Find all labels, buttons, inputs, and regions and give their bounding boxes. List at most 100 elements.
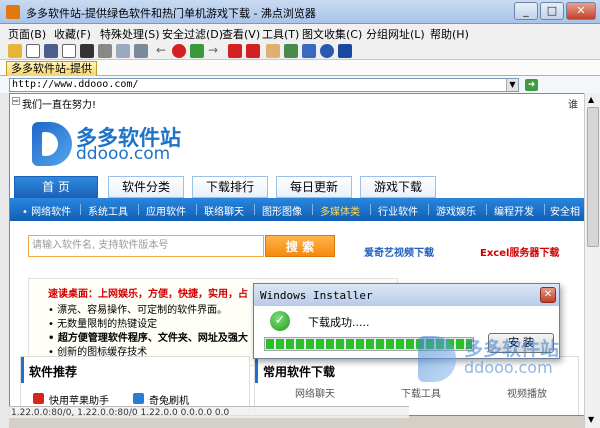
app-link-kuaiyong[interactable]: 快用苹果助手 bbox=[49, 392, 109, 407]
col-video-player[interactable]: 视频播放 bbox=[507, 385, 547, 400]
tab-game-downloads[interactable]: 游戏下载 bbox=[360, 176, 436, 198]
menu-bar: 页面(B) 收藏(F) 特殊处理(S) 安全过滤(D) 查看(V) 工具(T) … bbox=[0, 24, 600, 42]
ddooo-logo-icon[interactable] bbox=[32, 122, 72, 166]
open-folder-icon[interactable] bbox=[8, 44, 22, 58]
download-progress-bar bbox=[264, 337, 474, 351]
feature-line: • 漂亮、容易操作、可定制的软件界面。 bbox=[48, 305, 228, 316]
image-icon[interactable] bbox=[284, 44, 298, 58]
mail-icon[interactable] bbox=[302, 44, 316, 58]
subnav-divider bbox=[312, 204, 313, 215]
settings-icon[interactable] bbox=[134, 44, 148, 58]
app-link-qitu[interactable]: 奇兔刷机 bbox=[149, 392, 189, 407]
tab-ddooo[interactable]: 多多软件站-提供 bbox=[6, 61, 97, 76]
subnav-divider bbox=[80, 204, 81, 215]
search-button[interactable]: 搜 索 bbox=[265, 235, 335, 257]
menu-tools[interactable]: 工具(T) bbox=[262, 26, 299, 42]
subnav-divider bbox=[544, 204, 545, 215]
kuaiyong-icon[interactable] bbox=[33, 393, 44, 404]
forward-icon[interactable]: → bbox=[208, 44, 222, 58]
top-right-link[interactable]: 谁 bbox=[568, 96, 578, 111]
subnav-industry[interactable]: 行业软件 bbox=[378, 203, 418, 218]
tab-daily-updates[interactable]: 每日更新 bbox=[276, 176, 352, 198]
maximize-button[interactable]: □ bbox=[540, 2, 564, 20]
close-page-icon[interactable] bbox=[228, 44, 242, 58]
close-all-icon[interactable] bbox=[246, 44, 260, 58]
menu-special[interactable]: 特殊处理(S) bbox=[100, 26, 160, 42]
menu-page[interactable]: 页面(B) bbox=[8, 26, 46, 42]
scroll-down-icon[interactable]: ▼ bbox=[588, 415, 594, 424]
tab-categories[interactable]: 软件分类 bbox=[108, 176, 184, 198]
binoculars-icon[interactable] bbox=[80, 44, 94, 58]
menu-favorites[interactable]: 收藏(F) bbox=[54, 26, 91, 42]
category-nav: • 网络软件 系统工具 应用软件 联络聊天 图形图像 多媒体类 行业软件 游戏娱… bbox=[10, 198, 584, 233]
subnav-games[interactable]: 游戏娱乐 bbox=[436, 203, 476, 218]
subnav-multimedia[interactable]: 多媒体类 bbox=[320, 203, 360, 218]
subnav-divider bbox=[254, 204, 255, 215]
qitu-icon[interactable] bbox=[133, 393, 144, 404]
progress-fill bbox=[266, 339, 472, 349]
scroll-thumb[interactable] bbox=[587, 107, 599, 247]
vertical-scrollbar[interactable]: ▲ ▼ bbox=[584, 93, 600, 428]
menu-view[interactable]: 查看(V) bbox=[222, 26, 260, 42]
subnav-chat[interactable]: 联络聊天 bbox=[204, 203, 244, 218]
subnav-graphics[interactable]: 图形图像 bbox=[262, 203, 302, 218]
address-bar: http://www.ddooo.com/ ▼ ➜ bbox=[0, 76, 600, 93]
recommended-title: 软件推荐 bbox=[29, 365, 78, 379]
minimize-button[interactable]: _ bbox=[514, 2, 538, 20]
subnav-divider bbox=[196, 204, 197, 215]
page-viewport: ⇨ 我们一直在努力! 谁 多多软件站 ddooo.com 首 页 软件分类 下载… bbox=[9, 93, 585, 416]
info-icon[interactable] bbox=[338, 44, 352, 58]
menu-filter[interactable]: 安全过滤(D) bbox=[162, 26, 223, 42]
toolbar: ← → bbox=[0, 42, 600, 60]
back-icon[interactable]: ← bbox=[156, 44, 170, 58]
promo-iqiyi-link[interactable]: 爱奇艺视频下载 bbox=[364, 244, 434, 259]
copy-icon[interactable] bbox=[62, 44, 76, 58]
title-bar: 多多软件站-提供绿色软件和热门单机游戏下载 - 沸点浏览器 _ □ ✕ bbox=[0, 0, 600, 24]
col-chat[interactable]: 网络聊天 bbox=[295, 385, 335, 400]
search-input[interactable]: 请输入软件名, 支持软件版本号 bbox=[28, 235, 264, 257]
common-downloads-title: 常用软件下载 bbox=[263, 365, 336, 379]
new-page-icon[interactable] bbox=[26, 44, 40, 58]
scroll-up-icon[interactable]: ▲ bbox=[588, 95, 594, 104]
subnav-network[interactable]: • 网络软件 bbox=[22, 203, 71, 218]
success-check-icon: ✓ bbox=[270, 311, 290, 331]
tab-strip: 多多软件站-提供 bbox=[0, 60, 600, 76]
section-accent-bar bbox=[255, 357, 258, 383]
feature-headline[interactable]: 速读桌面：上网娱乐，方便，快捷，实用，占 bbox=[48, 285, 248, 300]
notice-text: 我们一直在努力! bbox=[22, 100, 97, 111]
help-icon[interactable] bbox=[320, 44, 334, 58]
col-download-tools[interactable]: 下载工具 bbox=[401, 385, 441, 400]
subnav-programming[interactable]: 编程开发 bbox=[494, 203, 534, 218]
go-button[interactable]: ➜ bbox=[525, 79, 538, 91]
main-nav: 首 页 软件分类 下载排行 每日更新 游戏下载 bbox=[10, 176, 584, 198]
section-accent-bar bbox=[21, 357, 24, 383]
hand-icon[interactable] bbox=[266, 44, 280, 58]
stop-icon[interactable] bbox=[172, 44, 186, 58]
subnav-divider bbox=[486, 204, 487, 215]
left-gutter bbox=[0, 93, 9, 428]
print-icon[interactable] bbox=[98, 44, 112, 58]
dialog-title-bar[interactable]: Windows Installer ✕ bbox=[254, 284, 559, 306]
url-input[interactable]: http://www.ddooo.com/ bbox=[9, 78, 519, 92]
url-dropdown-button[interactable]: ▼ bbox=[506, 79, 518, 91]
promo-excel-link[interactable]: Excel服务器下载 bbox=[480, 244, 559, 259]
properties-icon[interactable] bbox=[116, 44, 130, 58]
subnav-system[interactable]: 系统工具 bbox=[88, 203, 128, 218]
subnav-security[interactable]: 安全相关 bbox=[550, 203, 584, 233]
menu-collect[interactable]: 图文收集(C) bbox=[302, 26, 362, 42]
dialog-close-button[interactable]: ✕ bbox=[540, 287, 556, 303]
subnav-divider bbox=[370, 204, 371, 215]
install-button[interactable]: 安 装 bbox=[488, 333, 554, 353]
tab-ranking[interactable]: 下载排行 bbox=[192, 176, 268, 198]
status-bar: 1.22.0.0:80/0, 1.22.0.0:80/0 1.22.0.0 0.… bbox=[9, 406, 409, 418]
refresh-icon[interactable] bbox=[190, 44, 204, 58]
logo-domain[interactable]: ddooo.com bbox=[76, 144, 170, 164]
menu-help[interactable]: 帮助(H) bbox=[430, 26, 469, 42]
save-icon[interactable] bbox=[44, 44, 58, 58]
feature-line: • 无数量限制的热键设定 bbox=[48, 319, 158, 330]
menu-groups[interactable]: 分组网址(L) bbox=[366, 26, 425, 42]
tab-home[interactable]: 首 页 bbox=[14, 176, 98, 198]
subnav-apps[interactable]: 应用软件 bbox=[146, 203, 186, 218]
close-button[interactable]: ✕ bbox=[566, 2, 596, 20]
app-icon bbox=[6, 5, 20, 19]
